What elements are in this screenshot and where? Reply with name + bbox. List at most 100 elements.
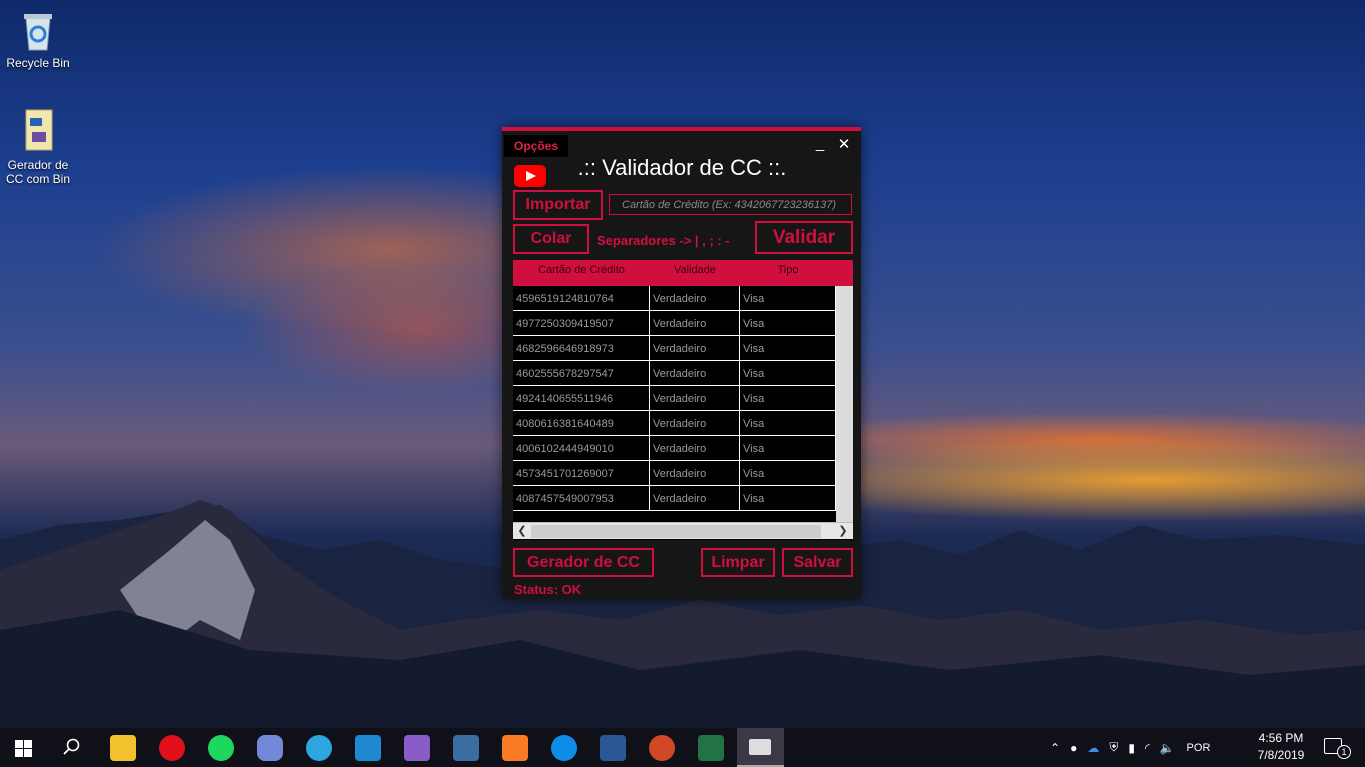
discord-icon[interactable] <box>257 735 283 761</box>
close-button[interactable]: ✕ <box>835 135 853 153</box>
cell-validity: Verdadeiro <box>650 411 740 435</box>
results-grid: Cartão de Crédito Validade Tipo 45965191… <box>513 260 853 540</box>
notification-count: 1 <box>1337 745 1351 759</box>
grid-rows: 4596519124810764 Verdadeiro Visa 497725030… <box>513 286 836 511</box>
cell-card: 4977250309419507 <box>513 311 650 335</box>
cell-validity: Verdadeiro <box>650 461 740 485</box>
opera-icon[interactable] <box>159 735 185 761</box>
cell-type: Visa <box>740 286 836 310</box>
cell-card: 4080616381640489 <box>513 411 650 435</box>
defender-icon[interactable]: ⛨ <box>1109 740 1118 755</box>
cell-validity: Verdadeiro <box>650 386 740 410</box>
column-header[interactable]: Cartão de Crédito <box>513 260 650 286</box>
cell-type: Visa <box>740 386 836 410</box>
cell-card: 4924140655511946 <box>513 386 650 410</box>
cell-type: Visa <box>740 436 836 460</box>
cell-card: 4682596646918973 <box>513 336 650 360</box>
action-center-icon[interactable]: 1 <box>1324 738 1351 759</box>
cell-type: Visa <box>740 411 836 435</box>
cell-type: Visa <box>740 486 836 510</box>
table-row[interactable]: 4596519124810764 Verdadeiro Visa <box>513 286 836 311</box>
teamviewer-icon[interactable] <box>551 735 577 761</box>
desktop-icon-gerador[interactable]: Gerador de CC com Bin <box>0 108 76 186</box>
telegram-icon[interactable] <box>306 735 332 761</box>
clock-time: 4:56 PM <box>1258 731 1304 745</box>
table-row[interactable]: 4977250309419507 Verdadeiro Visa <box>513 311 836 336</box>
onedrive-icon[interactable]: ☁ <box>1087 741 1099 755</box>
cell-type: Visa <box>740 311 836 335</box>
cell-card: 4006102444949010 <box>513 436 650 460</box>
cell-validity: Verdadeiro <box>650 436 740 460</box>
validador-window: Opções _ ✕ .:: Validador de CC ::. Impor… <box>502 127 861 599</box>
desktop-icon-recycle-bin[interactable]: Recycle Bin <box>0 8 76 70</box>
mysql-workbench-icon[interactable] <box>453 735 479 761</box>
cell-validity: Verdadeiro <box>650 486 740 510</box>
grid-header: Cartão de Crédito Validade Tipo <box>513 260 853 286</box>
app-title: .:: Validador de CC ::. <box>577 155 787 180</box>
table-row[interactable]: 4682596646918973 Verdadeiro Visa <box>513 336 836 361</box>
cell-card: 4596519124810764 <box>513 286 650 310</box>
active-app-highlight[interactable] <box>737 728 784 767</box>
cell-type: Visa <box>740 461 836 485</box>
minimize-button[interactable]: _ <box>811 135 829 152</box>
gerador-button[interactable]: Gerador de CC <box>513 548 654 577</box>
cell-type: Visa <box>740 336 836 360</box>
separators-label: Separadores -> | , ; : - <box>597 233 730 248</box>
spotify-icon[interactable] <box>208 735 234 761</box>
credit-card-input[interactable]: Cartão de Crédito (Ex: 4342067723236137) <box>609 194 852 215</box>
salvar-button[interactable]: Salvar <box>782 548 853 577</box>
desktop-icon-label: Gerador de CC com Bin <box>5 158 70 186</box>
system-tray: ⌃ ● ☁ ⛨ ▮ ◜ 🔈 POR <box>1050 728 1210 767</box>
desktop-icon-label: Recycle Bin <box>6 56 70 70</box>
file-icon <box>25 109 53 151</box>
table-row[interactable]: 4006102444949010 Verdadeiro Visa <box>513 436 836 461</box>
table-row[interactable]: 4602555678297547 Verdadeiro Visa <box>513 361 836 386</box>
excel-icon[interactable] <box>698 735 724 761</box>
table-row[interactable]: 4087457549007953 Verdadeiro Visa <box>513 486 836 511</box>
cell-card: 4087457549007953 <box>513 486 650 510</box>
status-label: Status: OK <box>514 582 582 597</box>
cc-app-icon <box>749 739 771 755</box>
cell-card: 4602555678297547 <box>513 361 650 385</box>
scroll-left-icon[interactable]: ❮ <box>515 523 529 540</box>
cell-validity: Verdadeiro <box>650 286 740 310</box>
vscode-icon[interactable] <box>355 735 381 761</box>
cell-type: Visa <box>740 361 836 385</box>
battery-icon[interactable]: ▮ <box>1128 741 1135 755</box>
cell-validity: Verdadeiro <box>650 311 740 335</box>
table-row[interactable]: 4080616381640489 Verdadeiro Visa <box>513 411 836 436</box>
word-icon[interactable] <box>600 735 626 761</box>
cell-card: 4573451701269007 <box>513 461 650 485</box>
table-row[interactable]: 4573451701269007 Verdadeiro Visa <box>513 461 836 486</box>
limpar-button[interactable]: Limpar <box>701 548 775 577</box>
xampp-icon[interactable] <box>502 735 528 761</box>
volume-icon[interactable]: 🔈 <box>1160 741 1175 755</box>
cell-validity: Verdadeiro <box>650 361 740 385</box>
menu-opcoes[interactable]: Opções <box>504 135 568 157</box>
taskbar: ⌃ ● ☁ ⛨ ▮ ◜ 🔈 POR 4:56 PM 7/8/2019 1 <box>0 728 1365 767</box>
cell-validity: Verdadeiro <box>650 336 740 360</box>
chevron-up-icon[interactable]: ⌃ <box>1050 741 1060 755</box>
file-explorer-icon[interactable] <box>110 735 136 761</box>
clock-date: 7/8/2019 <box>1257 748 1305 762</box>
column-header[interactable]: Validade <box>650 260 740 286</box>
vertical-scrollbar[interactable] <box>836 286 853 522</box>
powerpoint-icon[interactable] <box>649 735 675 761</box>
discord-tray-icon[interactable]: ● <box>1070 741 1077 755</box>
visual-studio-icon[interactable] <box>404 735 430 761</box>
youtube-icon[interactable] <box>514 165 546 187</box>
horizontal-scrollbar[interactable]: ❮ ❯ <box>513 522 853 539</box>
clock[interactable]: 4:56 PM 7/8/2019 <box>1250 731 1312 762</box>
scrollbar-thumb[interactable] <box>531 525 821 538</box>
colar-button[interactable]: Colar <box>513 224 589 254</box>
wifi-icon[interactable]: ◜ <box>1145 741 1150 755</box>
column-header[interactable]: Tipo <box>740 260 836 286</box>
language-indicator[interactable]: POR <box>1187 742 1211 754</box>
start-icon[interactable] <box>15 740 32 757</box>
validar-button[interactable]: Validar <box>755 221 853 254</box>
table-row[interactable]: 4924140655511946 Verdadeiro Visa <box>513 386 836 411</box>
importar-button[interactable]: Importar <box>513 190 603 220</box>
search-icon[interactable] <box>63 738 81 756</box>
recycle-bin-icon <box>24 14 52 51</box>
scroll-right-icon[interactable]: ❯ <box>836 523 850 540</box>
